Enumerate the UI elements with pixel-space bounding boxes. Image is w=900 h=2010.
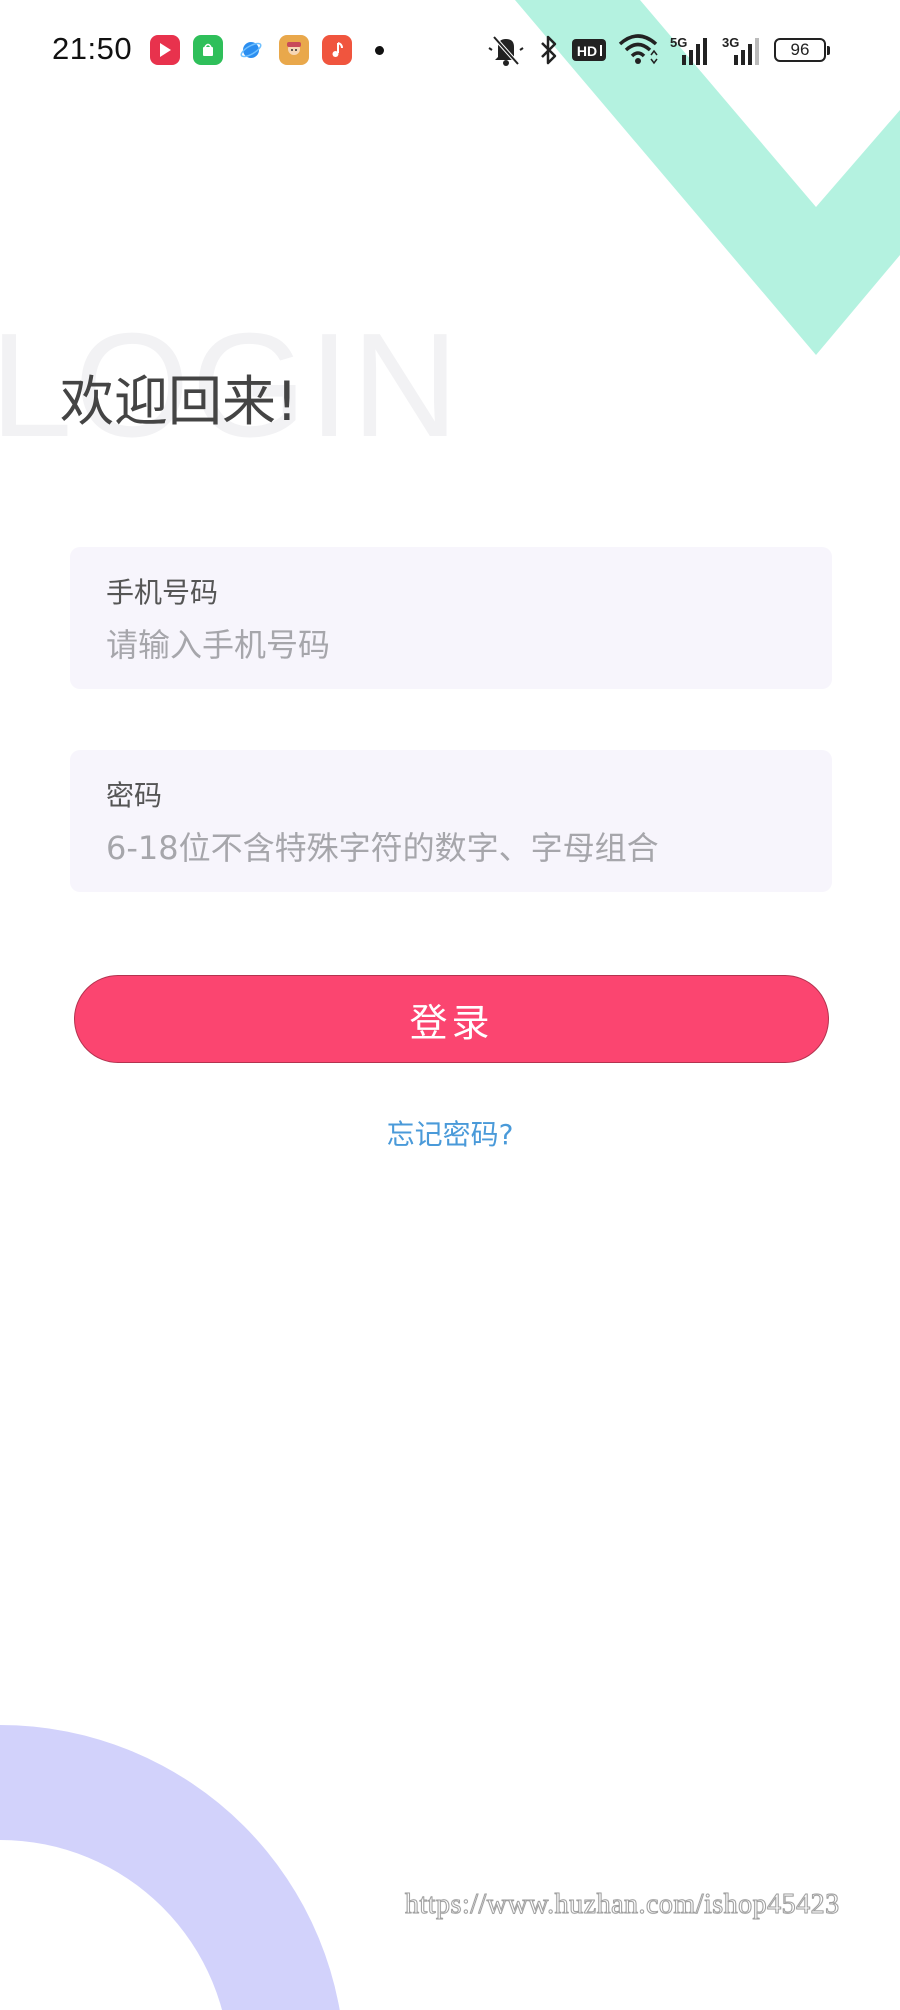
mute-icon	[486, 32, 526, 68]
notification-icons	[150, 35, 384, 65]
shopping-app-icon	[193, 35, 223, 65]
signal-3g-icon: 3G	[722, 32, 762, 68]
hd-icon: HD	[572, 32, 606, 68]
password-field: 密码	[70, 750, 832, 892]
signal-5g-label: 5G	[670, 35, 687, 50]
arc-decoration	[0, 1725, 340, 2010]
login-button[interactable]: 登录	[74, 975, 829, 1063]
phone-field: 手机号码	[70, 547, 832, 689]
password-input[interactable]	[106, 826, 796, 870]
password-label: 密码	[106, 779, 163, 812]
wifi-icon	[618, 32, 658, 68]
page-title: 欢迎回来!	[60, 370, 298, 433]
forgot-password-link[interactable]: 忘记密码?	[0, 1113, 900, 1153]
hd-label: HD	[577, 43, 597, 59]
game-app-icon	[279, 35, 309, 65]
music-app-icon	[322, 35, 352, 65]
phone-input[interactable]	[106, 623, 796, 667]
phone-label: 手机号码	[106, 576, 219, 609]
login-screen: 21:50 HD 5G 3G 96 LOGIN 欢迎回来! 手机号码 请输入手机…	[0, 0, 900, 2010]
battery-indicator: 96	[774, 38, 830, 62]
system-icons: HD 5G 3G 96	[486, 32, 830, 68]
signal-5g-icon: 5G	[670, 32, 710, 68]
video-app-icon	[150, 35, 180, 65]
status-bar: 21:50 HD 5G 3G 96	[0, 0, 900, 100]
bluetooth-icon	[538, 32, 560, 68]
battery-level: 96	[790, 40, 810, 59]
status-time: 21:50	[52, 31, 133, 66]
site-watermark: https://www.huzhan.com/ishop45423	[405, 1889, 840, 1921]
more-notifications-icon	[375, 45, 384, 55]
browser-app-icon	[236, 35, 266, 65]
signal-3g-label: 3G	[722, 35, 739, 50]
